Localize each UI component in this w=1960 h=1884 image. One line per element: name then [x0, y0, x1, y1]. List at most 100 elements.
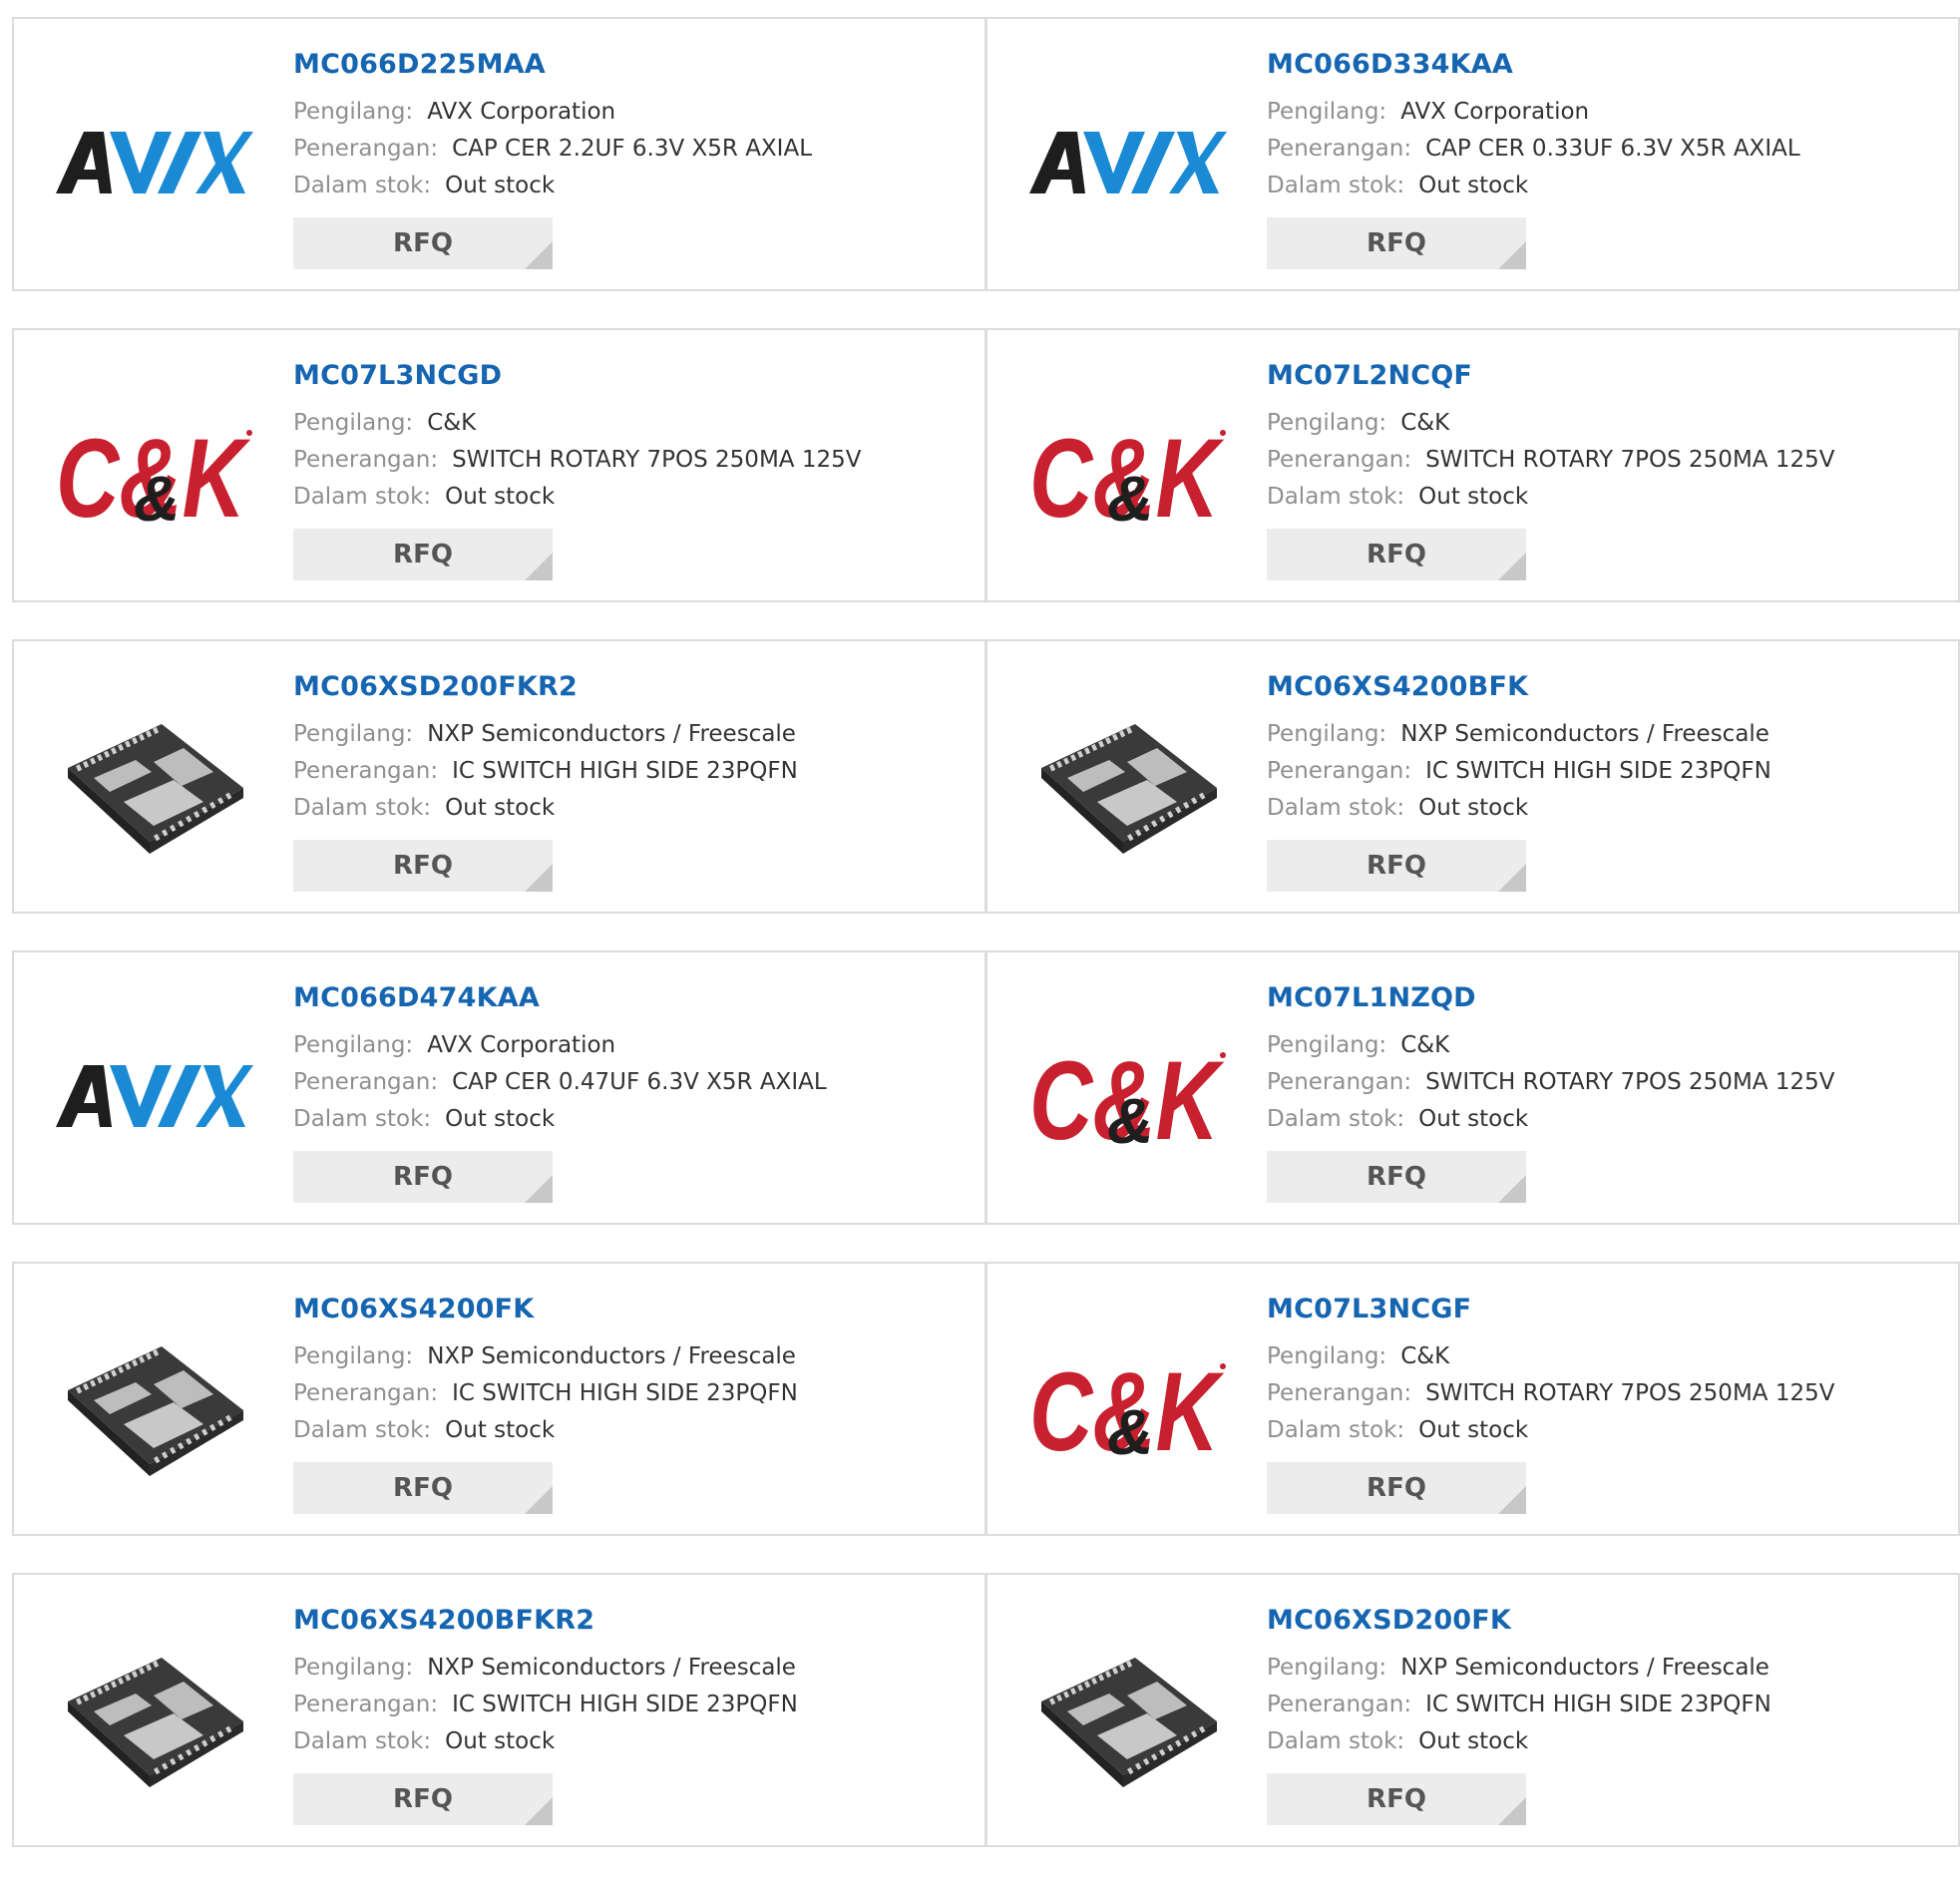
stock-line: Dalam stok: Out stock	[1267, 793, 1528, 823]
rfq-button[interactable]: RFQ	[293, 217, 553, 269]
product-row: MC066D474KAA Pengilang: AVX Corporation P…	[12, 950, 1960, 1225]
chip-image[interactable]	[54, 682, 253, 882]
manufacturer-value: NXP Semiconductors / Freescale	[427, 721, 796, 747]
stock-value: Out stock	[445, 1728, 556, 1754]
manufacturer-value: C&K	[1400, 410, 1450, 436]
ck-logo[interactable]: C&K &	[1027, 371, 1227, 570]
part-number-link[interactable]: MC07L3NCGF	[1267, 1294, 1471, 1324]
svg-text:&: &	[1107, 463, 1153, 535]
manufacturer-label: Pengilang:	[1267, 99, 1387, 125]
ck-logo[interactable]: C&K &	[1027, 1305, 1227, 1504]
stock-line: Dalam stok: Out stock	[293, 171, 555, 200]
product-row: MC06XSD200FKR2 Pengilang: NXP Semiconduct…	[12, 639, 1960, 914]
corner-triangle-icon	[1498, 241, 1526, 269]
description-label: Penerangan:	[293, 1380, 439, 1406]
stock-label: Dalam stok:	[1267, 1728, 1405, 1754]
description-value: SWITCH ROTARY 7POS 250MA 125V	[1425, 1380, 1835, 1406]
rfq-button[interactable]: RFQ	[293, 840, 553, 892]
rfq-button[interactable]: RFQ	[293, 1151, 553, 1203]
chip-image[interactable]	[54, 1305, 253, 1504]
stock-value: Out stock	[445, 1417, 556, 1443]
stock-line: Dalam stok: Out stock	[1267, 1415, 1528, 1445]
stock-value: Out stock	[1418, 1106, 1529, 1132]
rfq-label: RFQ	[393, 1162, 453, 1192]
avx-logo[interactable]	[54, 60, 253, 259]
manufacturer-label: Pengilang:	[1267, 1032, 1387, 1058]
stock-value: Out stock	[1418, 484, 1529, 510]
avx-logo[interactable]	[1027, 60, 1227, 259]
description-label: Penerangan:	[1267, 1069, 1412, 1095]
rfq-button[interactable]: RFQ	[293, 529, 553, 580]
rfq-label: RFQ	[1367, 228, 1426, 258]
manufacturer-line: Pengilang: NXP Semiconductors / Freescale	[1267, 719, 1769, 749]
manufacturer-line: Pengilang: NXP Semiconductors / Freescale	[293, 1341, 796, 1371]
description-line: Penerangan: SWITCH ROTARY 7POS 250MA 125V	[293, 445, 861, 475]
chip-image[interactable]	[1027, 682, 1227, 882]
part-number-link[interactable]: MC06XS4200BFK	[1267, 671, 1528, 702]
stock-line: Dalam stok: Out stock	[293, 482, 555, 512]
part-number-link[interactable]: MC06XSD200FKR2	[293, 671, 578, 702]
svg-text:&: &	[1107, 1085, 1153, 1157]
product-card: MC066D334KAA Pengilang: AVX Corporation P…	[985, 17, 1960, 291]
ck-logo[interactable]: C&K &	[1027, 993, 1227, 1193]
part-number-link[interactable]: MC066D474KAA	[293, 982, 540, 1013]
stock-line: Dalam stok: Out stock	[293, 1415, 555, 1445]
rfq-button[interactable]: RFQ	[1267, 1462, 1526, 1514]
manufacturer-label: Pengilang:	[1267, 721, 1387, 747]
product-card: C&K & MC07L1NZQD Pengilang: C&K Penerangan…	[985, 950, 1960, 1225]
description-line: Penerangan: CAP CER 0.33UF 6.3V X5R AXIAL	[1267, 134, 1800, 164]
product-card: MC06XS4200BFK Pengilang: NXP Semiconducto…	[985, 639, 1960, 914]
description-line: Penerangan: SWITCH ROTARY 7POS 250MA 125V	[1267, 1067, 1834, 1097]
part-number-link[interactable]: MC06XSD200FK	[1267, 1605, 1511, 1636]
ck-logo[interactable]: C&K &	[54, 371, 253, 570]
stock-label: Dalam stok:	[293, 1417, 432, 1443]
rfq-button[interactable]: RFQ	[1267, 1151, 1526, 1203]
part-number-link[interactable]: MC066D225MAA	[293, 49, 546, 80]
description-value: SWITCH ROTARY 7POS 250MA 125V	[1425, 447, 1835, 473]
part-number-link[interactable]: MC06XS4200BFKR2	[293, 1605, 594, 1636]
chip-image[interactable]	[1027, 1616, 1227, 1815]
description-line: Penerangan: IC SWITCH HIGH SIDE 23PQFN	[293, 756, 798, 786]
manufacturer-line: Pengilang: NXP Semiconductors / Freescale	[1267, 1653, 1769, 1683]
description-value: IC SWITCH HIGH SIDE 23PQFN	[452, 1692, 798, 1717]
stock-label: Dalam stok:	[293, 173, 432, 198]
rfq-label: RFQ	[1367, 540, 1426, 569]
manufacturer-label: Pengilang:	[293, 721, 414, 747]
product-row: MC06XS4200FK Pengilang: NXP Semiconductor…	[12, 1262, 1960, 1536]
corner-triangle-icon	[525, 241, 553, 269]
description-value: IC SWITCH HIGH SIDE 23PQFN	[452, 1380, 798, 1406]
rfq-button[interactable]: RFQ	[1267, 217, 1526, 269]
corner-triangle-icon	[525, 1175, 553, 1203]
part-number-link[interactable]: MC07L2NCQF	[1267, 360, 1472, 391]
avx-logo[interactable]	[54, 993, 253, 1193]
rfq-button[interactable]: RFQ	[1267, 529, 1526, 580]
description-label: Penerangan:	[293, 136, 439, 162]
rfq-button[interactable]: RFQ	[1267, 840, 1526, 892]
manufacturer-line: Pengilang: AVX Corporation	[293, 1030, 615, 1060]
manufacturer-line: Pengilang: C&K	[1267, 1341, 1449, 1371]
manufacturer-line: Pengilang: C&K	[1267, 1030, 1449, 1060]
stock-line: Dalam stok: Out stock	[293, 793, 555, 823]
corner-triangle-icon	[525, 864, 553, 892]
rfq-button[interactable]: RFQ	[293, 1462, 553, 1514]
product-row: C&K & MC07L3NCGD Pengilang: C&K Penerangan…	[12, 328, 1960, 602]
corner-triangle-icon	[525, 1486, 553, 1514]
stock-line: Dalam stok: Out stock	[293, 1104, 555, 1134]
rfq-button[interactable]: RFQ	[1267, 1773, 1526, 1825]
rfq-button[interactable]: RFQ	[293, 1773, 553, 1825]
manufacturer-value: C&K	[427, 410, 477, 436]
part-number-link[interactable]: MC07L1NZQD	[1267, 982, 1476, 1013]
product-card: MC06XSD200FK Pengilang: NXP Semiconductor…	[985, 1573, 1960, 1847]
corner-triangle-icon	[525, 1797, 553, 1825]
manufacturer-value: NXP Semiconductors / Freescale	[427, 1655, 796, 1681]
description-label: Penerangan:	[1267, 447, 1412, 473]
description-label: Penerangan:	[293, 758, 439, 784]
stock-label: Dalam stok:	[1267, 484, 1405, 510]
part-number-link[interactable]: MC066D334KAA	[1267, 49, 1513, 80]
rfq-label: RFQ	[1367, 1473, 1426, 1503]
product-card: MC06XS4200BFKR2 Pengilang: NXP Semiconduc…	[12, 1573, 986, 1847]
chip-image[interactable]	[54, 1616, 253, 1815]
part-number-link[interactable]: MC07L3NCGD	[293, 360, 502, 391]
description-label: Penerangan:	[293, 1069, 439, 1095]
part-number-link[interactable]: MC06XS4200FK	[293, 1294, 534, 1324]
